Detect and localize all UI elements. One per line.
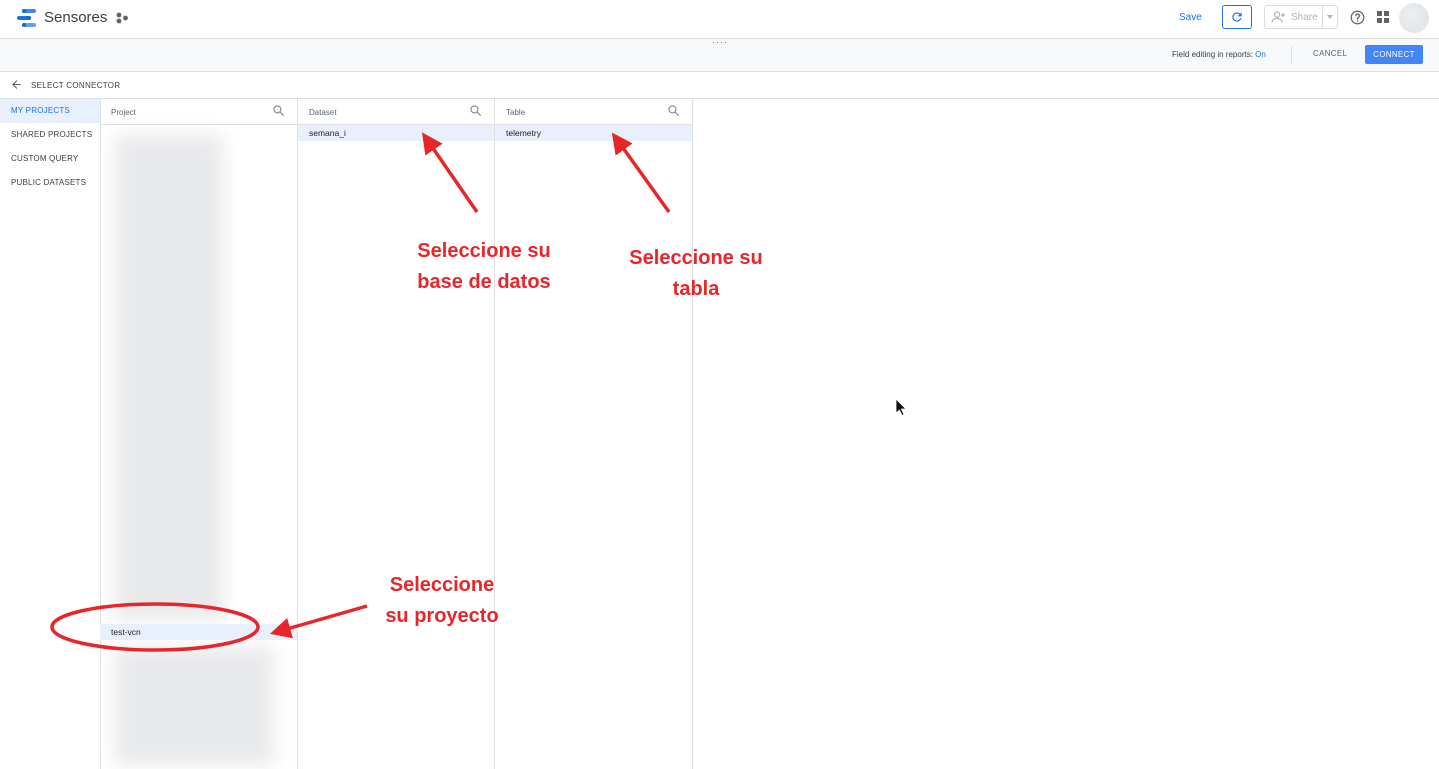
annotation-arrow xyxy=(269,604,368,639)
annotation-text: Seleccione su xyxy=(629,247,763,269)
annotation-table: Seleccione su tabla xyxy=(616,243,776,305)
annotation-dataset: Seleccione su base de datos xyxy=(405,236,563,298)
mouse-cursor-icon xyxy=(895,398,907,417)
annotation-arrow xyxy=(611,132,671,214)
annotation-overlay xyxy=(50,132,907,652)
annotation-project: Seleccione su proyecto xyxy=(370,570,514,632)
annotation-text: Seleccione xyxy=(389,574,495,596)
annotation-arrow xyxy=(422,132,479,213)
annotation-ellipse xyxy=(50,602,260,652)
annotation-text: su proyecto xyxy=(385,605,499,627)
annotation-text: Seleccione su xyxy=(417,240,551,262)
annotation-text: base de datos xyxy=(417,271,551,293)
annotation-text: tabla xyxy=(672,278,720,300)
